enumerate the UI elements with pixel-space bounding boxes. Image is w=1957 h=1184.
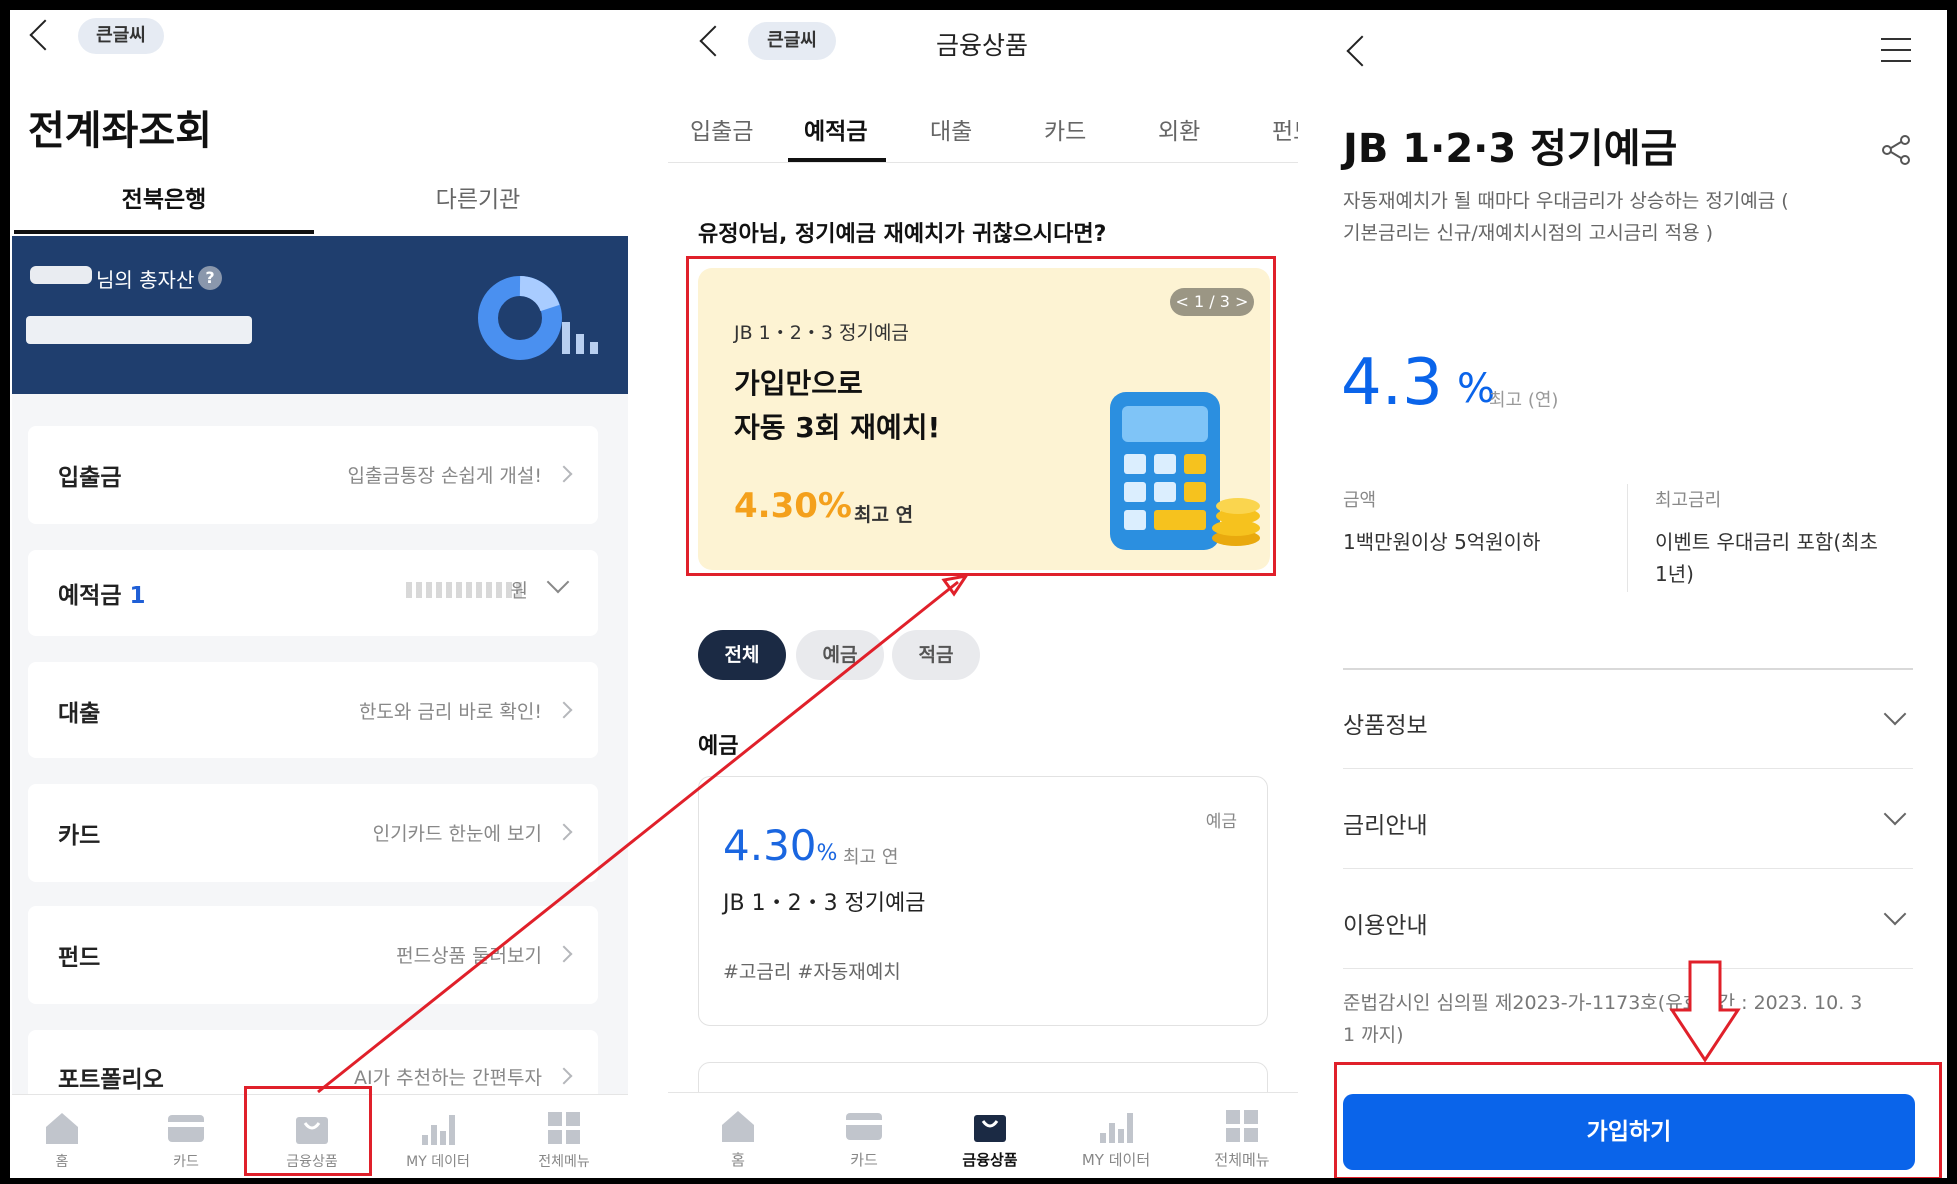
annotation-arrows: [317, 573, 1741, 1094]
